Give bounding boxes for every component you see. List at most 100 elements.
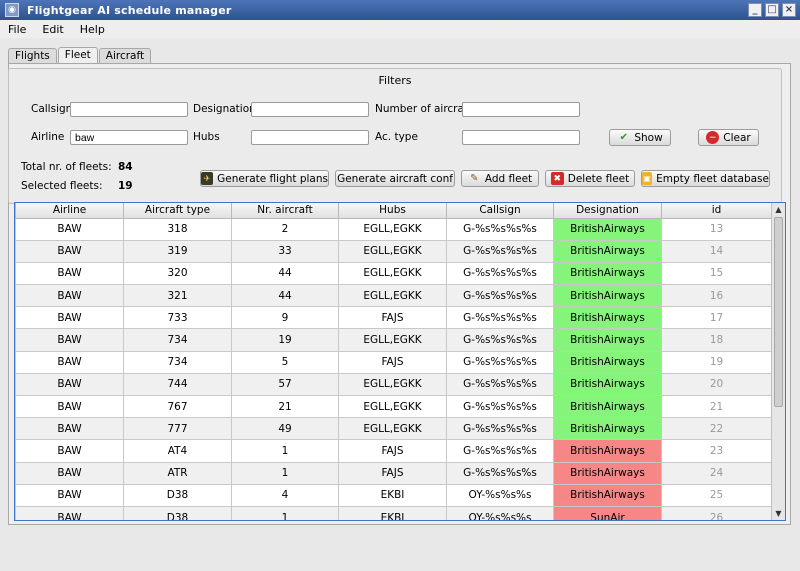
- vertical-scrollbar[interactable]: ▲ ▼: [771, 203, 785, 520]
- cell-aircraft-type[interactable]: 744: [123, 372, 232, 397]
- table-row[interactable]: BAW D38 4 EKBI OY-%s%s%s BritishAirways 25: [15, 483, 772, 507]
- cell-designation[interactable]: BritishAirways: [553, 394, 662, 419]
- clear-button[interactable]: − Clear: [698, 129, 759, 146]
- column-header-id[interactable]: id: [661, 203, 772, 219]
- table-row[interactable]: BAW 734 5 FAJS G-%s%s%s%s BritishAirways 19: [15, 350, 772, 374]
- cell-callsign[interactable]: OY-%s%s%s: [446, 483, 554, 507]
- cell-nr-aircraft[interactable]: 5: [231, 350, 339, 374]
- cell-callsign[interactable]: G-%s%s%s%s: [446, 261, 554, 286]
- cell-nr-aircraft[interactable]: 1: [231, 505, 339, 520]
- column-header-callsign[interactable]: Callsign: [446, 203, 554, 219]
- empty-fleet-database-button[interactable]: ▣ Empty fleet database: [641, 170, 770, 187]
- cell-designation[interactable]: BritishAirways: [553, 439, 662, 463]
- number-of-aircraft-field[interactable]: [462, 102, 580, 117]
- cell-id[interactable]: 14: [661, 239, 772, 263]
- cell-callsign[interactable]: G-%s%s%s%s: [446, 417, 554, 441]
- cell-airline[interactable]: BAW: [15, 439, 124, 463]
- cell-airline[interactable]: BAW: [15, 261, 124, 286]
- cell-nr-aircraft[interactable]: 4: [231, 483, 339, 507]
- table-row[interactable]: BAW 319 33 EGLL,EGKK G-%s%s%s%s BritishAirway…: [15, 239, 772, 263]
- cell-airline[interactable]: BAW: [15, 483, 124, 507]
- cell-aircraft-type[interactable]: 319: [123, 239, 232, 263]
- table-row[interactable]: BAW 321 44 EGLL,EGKK G-%s%s%s%s BritishAirway…: [15, 284, 772, 308]
- app-logo-icon[interactable]: ◉: [5, 3, 19, 17]
- cell-hubs[interactable]: EKBI: [338, 483, 447, 507]
- cell-id[interactable]: 24: [661, 461, 772, 485]
- cell-aircraft-type[interactable]: AT4: [123, 439, 232, 463]
- tab-flights[interactable]: Flights: [8, 48, 57, 64]
- cell-hubs[interactable]: FAJS: [338, 461, 447, 485]
- cell-aircraft-type[interactable]: 321: [123, 284, 232, 308]
- cell-nr-aircraft[interactable]: 1: [231, 439, 339, 463]
- maximize-button[interactable]: □: [765, 3, 779, 17]
- cell-id[interactable]: 26: [661, 505, 772, 520]
- cell-aircraft-type[interactable]: 320: [123, 261, 232, 286]
- fleet-table[interactable]: Airline Aircraft type Nr. aircraft Hubs …: [14, 202, 786, 521]
- cell-nr-aircraft[interactable]: 21: [231, 394, 339, 419]
- cell-callsign[interactable]: G-%s%s%s%s: [446, 350, 554, 374]
- cell-callsign[interactable]: G-%s%s%s%s: [446, 328, 554, 352]
- cell-designation[interactable]: SunAir: [553, 505, 662, 520]
- cell-aircraft-type[interactable]: 734: [123, 350, 232, 374]
- cell-callsign[interactable]: G-%s%s%s%s: [446, 217, 554, 241]
- menu-help[interactable]: Help: [72, 23, 113, 36]
- menu-file[interactable]: File: [0, 23, 34, 36]
- cell-hubs[interactable]: EKBI: [338, 505, 447, 520]
- ac-type-field[interactable]: [462, 130, 580, 145]
- cell-designation[interactable]: BritishAirways: [553, 417, 662, 441]
- table-row[interactable]: BAW ATR 1 FAJS G-%s%s%s%s BritishAirways 24: [15, 461, 772, 485]
- scroll-up-arrow-icon[interactable]: ▲: [773, 204, 784, 215]
- cell-airline[interactable]: BAW: [15, 217, 124, 241]
- cell-callsign[interactable]: G-%s%s%s%s: [446, 284, 554, 308]
- designation-field[interactable]: [251, 102, 369, 117]
- hubs-field[interactable]: [251, 130, 369, 145]
- cell-nr-aircraft[interactable]: 33: [231, 239, 339, 263]
- cell-designation[interactable]: BritishAirways: [553, 350, 662, 374]
- cell-designation[interactable]: BritishAirways: [553, 261, 662, 286]
- scroll-thumb[interactable]: [774, 217, 783, 407]
- cell-airline[interactable]: BAW: [15, 372, 124, 397]
- cell-designation[interactable]: BritishAirways: [553, 239, 662, 263]
- tab-fleet[interactable]: Fleet: [57, 47, 98, 64]
- cell-id[interactable]: 15: [661, 261, 772, 286]
- delete-fleet-button[interactable]: ✖ Delete fleet: [545, 170, 635, 187]
- cell-nr-aircraft[interactable]: 49: [231, 417, 339, 441]
- cell-nr-aircraft[interactable]: 2: [231, 217, 339, 241]
- table-row[interactable]: BAW 744 57 EGLL,EGKK G-%s%s%s%s BritishAirway…: [15, 372, 772, 397]
- cell-nr-aircraft[interactable]: 44: [231, 284, 339, 308]
- cell-id[interactable]: 19: [661, 350, 772, 374]
- cell-designation[interactable]: BritishAirways: [553, 483, 662, 507]
- cell-hubs[interactable]: EGLL,EGKK: [338, 372, 447, 397]
- cell-id[interactable]: 23: [661, 439, 772, 463]
- cell-nr-aircraft[interactable]: 9: [231, 306, 339, 330]
- cell-hubs[interactable]: FAJS: [338, 350, 447, 374]
- callsign-field[interactable]: [70, 102, 188, 117]
- cell-nr-aircraft[interactable]: 1: [231, 461, 339, 485]
- cell-hubs[interactable]: EGLL,EGKK: [338, 239, 447, 263]
- minimize-button[interactable]: _: [748, 3, 762, 17]
- table-row[interactable]: BAW 733 9 FAJS G-%s%s%s%s BritishAirways 17: [15, 306, 772, 330]
- cell-aircraft-type[interactable]: 733: [123, 306, 232, 330]
- cell-airline[interactable]: BAW: [15, 306, 124, 330]
- add-fleet-button[interactable]: ✎ Add fleet: [461, 170, 539, 187]
- cell-callsign[interactable]: G-%s%s%s%s: [446, 394, 554, 419]
- cell-designation[interactable]: BritishAirways: [553, 217, 662, 241]
- cell-airline[interactable]: BAW: [15, 284, 124, 308]
- cell-nr-aircraft[interactable]: 19: [231, 328, 339, 352]
- cell-aircraft-type[interactable]: 777: [123, 417, 232, 441]
- cell-designation[interactable]: BritishAirways: [553, 328, 662, 352]
- cell-airline[interactable]: BAW: [15, 350, 124, 374]
- cell-hubs[interactable]: FAJS: [338, 306, 447, 330]
- table-row[interactable]: BAW 767 21 EGLL,EGKK G-%s%s%s%s BritishAirway…: [15, 394, 772, 419]
- cell-airline[interactable]: BAW: [15, 239, 124, 263]
- cell-aircraft-type[interactable]: D38: [123, 505, 232, 520]
- cell-hubs[interactable]: FAJS: [338, 439, 447, 463]
- cell-hubs[interactable]: EGLL,EGKK: [338, 217, 447, 241]
- cell-callsign[interactable]: G-%s%s%s%s: [446, 461, 554, 485]
- cell-callsign[interactable]: G-%s%s%s%s: [446, 372, 554, 397]
- cell-aircraft-type[interactable]: 734: [123, 328, 232, 352]
- cell-designation[interactable]: BritishAirways: [553, 461, 662, 485]
- close-button[interactable]: ×: [782, 3, 796, 17]
- cell-id[interactable]: 18: [661, 328, 772, 352]
- cell-airline[interactable]: BAW: [15, 417, 124, 441]
